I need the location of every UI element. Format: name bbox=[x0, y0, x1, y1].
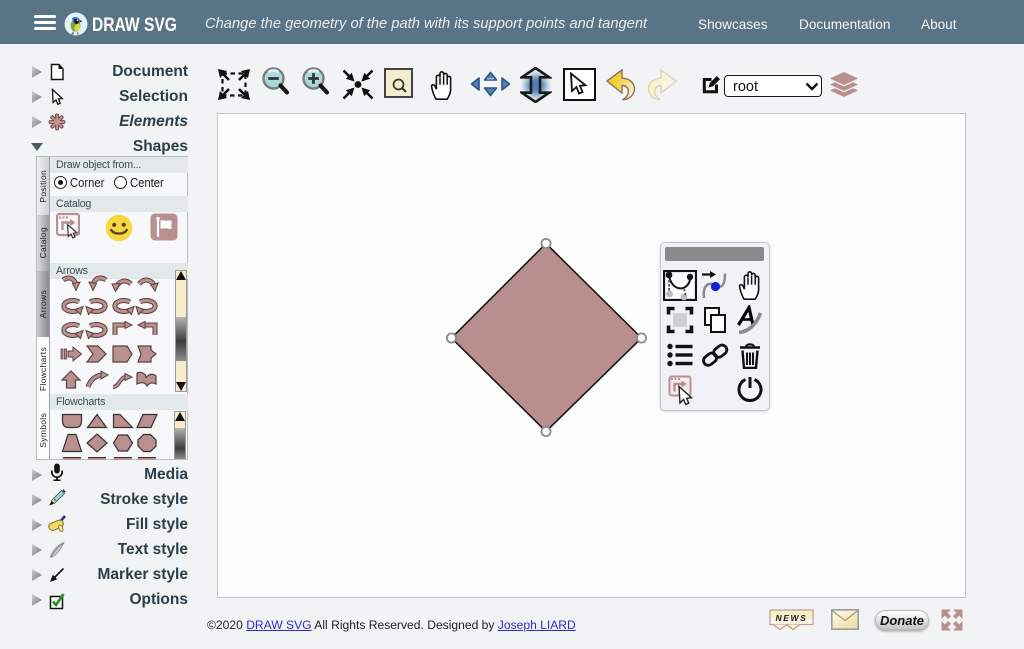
svg-text:NEWS: NEWS bbox=[776, 613, 808, 623]
